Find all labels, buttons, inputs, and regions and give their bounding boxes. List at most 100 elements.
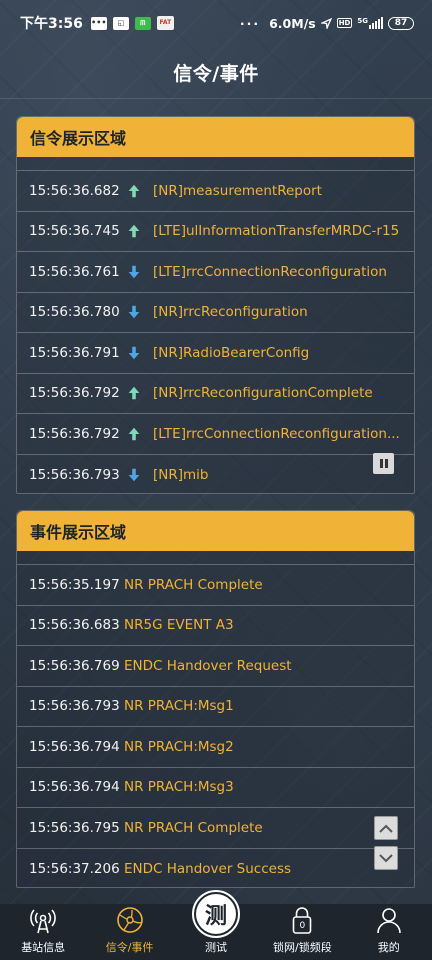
base-station-icon	[30, 909, 56, 934]
arrow-up-icon	[125, 222, 143, 240]
row-time: 15:56:36.761	[29, 263, 120, 280]
green-app-icon: ᗰ	[134, 16, 151, 30]
nav-signal-event[interactable]: 信令/事件	[87, 904, 173, 960]
event-panel[interactable]: 事件展示区域 15:56:35.197 NR PRACH Complete 15:5…	[16, 510, 415, 888]
scroll-up-button[interactable]	[374, 816, 398, 840]
scroll-down-button[interactable]	[374, 846, 398, 870]
nav-label: 信令/事件	[105, 941, 154, 954]
nav-base-station[interactable]: 基站信息	[0, 904, 86, 960]
row-time: 15:56:36.794	[29, 779, 120, 796]
message-icon: •••	[90, 16, 107, 30]
signal-list[interactable]: 15:56:36.682 [NR]measurementReport 15:56:3…	[17, 157, 414, 494]
row-message: NR5G EVENT A3	[124, 617, 234, 634]
row-message: ENDC Handover Request	[124, 657, 292, 674]
row-time: 15:56:37.206	[29, 860, 120, 877]
row-message: [NR]RadioBearerConfig	[153, 344, 310, 361]
status-bar: 下午3:56 ••• ◱ ᗰ FAT ··· 6.0M/s HD 5G 87	[0, 0, 432, 46]
test-glyph: 测	[195, 894, 236, 934]
row-time: 15:56:36.792	[29, 425, 120, 442]
row-message: [LTE]rrcConnectionReconfiguration...	[153, 425, 400, 442]
nav-mine[interactable]: 我的	[346, 904, 432, 960]
event-row[interactable]: 15:56:35.197 NR PRACH Complete	[17, 565, 414, 606]
arrow-up-icon	[125, 182, 143, 200]
event-row[interactable]: 15:56:37.206 ENDC Handover Success	[17, 849, 414, 888]
wechat-work-icon: ◱	[112, 16, 129, 30]
row-time: 15:56:36.793	[29, 698, 120, 715]
user-icon	[376, 908, 401, 934]
row-time: 15:56:36.794	[29, 738, 120, 755]
status-time: 下午3:56	[20, 16, 83, 32]
nav-test[interactable]: 测 测试	[173, 890, 259, 960]
page-title: 信令/事件	[173, 62, 259, 85]
row-message: NR PRACH Complete	[124, 819, 263, 836]
row-time: 15:56:36.683	[29, 617, 120, 634]
nav-lock[interactable]: 0 锁网/锁频段	[259, 904, 345, 960]
row-message: ENDC Handover Success	[124, 860, 292, 877]
network-speed: 6.0M/s	[269, 15, 316, 31]
hd-icon: HD	[336, 18, 353, 28]
row-message: NR PRACH Complete	[124, 576, 263, 593]
nav-label: 锁网/锁频段	[273, 941, 332, 954]
nav-label: 测试	[204, 941, 227, 954]
row-message: [NR]rrcReconfigurationComplete	[153, 385, 373, 402]
row-message: NR PRACH:Msg1	[124, 698, 234, 715]
location-icon	[320, 17, 332, 29]
row-time: 15:56:35.197	[29, 576, 120, 593]
arrow-up-icon	[125, 425, 143, 443]
row-time: 15:56:36.792	[29, 385, 120, 402]
lock-badge: 0	[299, 921, 306, 931]
event-row[interactable]: 15:56:36.769 ENDC Handover Request	[17, 646, 414, 687]
nav-label: 基站信息	[21, 941, 66, 954]
row-time: 15:56:36.795	[29, 819, 120, 836]
signal-row[interactable]: 15:56:36.793 [NR]mib	[17, 455, 414, 494]
bottom-nav: 基站信息 信令/事件 测 测试 0 锁网/锁频段 我的	[0, 890, 432, 960]
signal-row[interactable]: 15:56:36.792 [LTE]rrcConnectionReconfigur…	[17, 414, 414, 455]
chevron-down-icon	[379, 853, 393, 862]
list-item-partial	[17, 551, 414, 565]
nav-label: 我的	[377, 941, 400, 954]
row-time: 15:56:36.791	[29, 344, 120, 361]
row-time: 15:56:36.682	[29, 182, 120, 199]
event-row[interactable]: 15:56:36.794 NR PRACH:Msg2	[17, 727, 414, 768]
row-message: [LTE]rrcConnectionReconfiguration	[153, 263, 387, 280]
signal-row[interactable]: 15:56:36.792 [NR]rrcReconfigurationComple…	[17, 374, 414, 414]
arrow-down-icon	[125, 344, 143, 362]
row-time: 15:56:36.793	[29, 466, 120, 483]
event-panel-title: 事件展示区域	[17, 511, 414, 551]
event-list[interactable]: 15:56:35.197 NR PRACH Complete 15:56:36.68…	[17, 551, 414, 888]
signal-row[interactable]: 15:56:36.791 [NR]RadioBearerConfig	[17, 333, 414, 374]
row-message: NR PRACH:Msg3	[124, 779, 234, 796]
signal-row[interactable]: 15:56:36.682 [NR]measurementReport	[17, 171, 414, 212]
row-message: NR PRACH:Msg2	[124, 738, 234, 755]
test-icon[interactable]: 测	[191, 890, 240, 938]
header-divider	[0, 98, 432, 99]
row-time: 15:56:36.745	[29, 223, 120, 240]
event-row[interactable]: 15:56:36.795 NR PRACH Complete	[17, 808, 414, 849]
fat-app-icon: FAT	[156, 16, 174, 30]
row-message: [LTE]ulInformationTransferMRDC-r15	[153, 223, 400, 240]
signal-row[interactable]: 15:56:36.745 [LTE]ulInformationTransferMR…	[17, 212, 414, 252]
row-message: [NR]measurementReport	[153, 182, 322, 199]
chevron-up-icon	[379, 824, 393, 833]
more-dots-icon: ···	[239, 15, 261, 31]
row-time: 15:56:36.769	[29, 657, 120, 674]
event-row[interactable]: 15:56:36.793 NR PRACH:Msg1	[17, 687, 414, 727]
arrow-up-icon	[125, 384, 143, 402]
row-message: [NR]mib	[153, 466, 209, 483]
pause-button[interactable]	[373, 453, 394, 474]
network-type: 5G	[357, 17, 368, 25]
signal-panel-title: 信令展示区域	[17, 117, 414, 157]
globe-signal-icon	[116, 907, 143, 933]
arrow-down-icon	[125, 263, 143, 281]
signal-row[interactable]: 15:56:36.780 [NR]rrcReconfiguration	[17, 293, 414, 333]
list-item-partial	[17, 157, 414, 171]
row-time: 15:56:36.780	[29, 304, 120, 321]
battery-icon: 87	[388, 16, 414, 30]
signal-row[interactable]: 15:56:36.761 [LTE]rrcConnectionReconfigur…	[17, 252, 414, 293]
event-row[interactable]: 15:56:36.794 NR PRACH:Msg3	[17, 768, 414, 808]
row-message: [NR]rrcReconfiguration	[153, 304, 308, 321]
signal-panel[interactable]: 信令展示区域 15:56:36.682 [NR]measurementReport…	[16, 116, 415, 494]
signal-icon: 5G	[357, 17, 383, 29]
arrow-down-icon	[125, 466, 143, 484]
event-row[interactable]: 15:56:36.683 NR5G EVENT A3	[17, 606, 414, 646]
